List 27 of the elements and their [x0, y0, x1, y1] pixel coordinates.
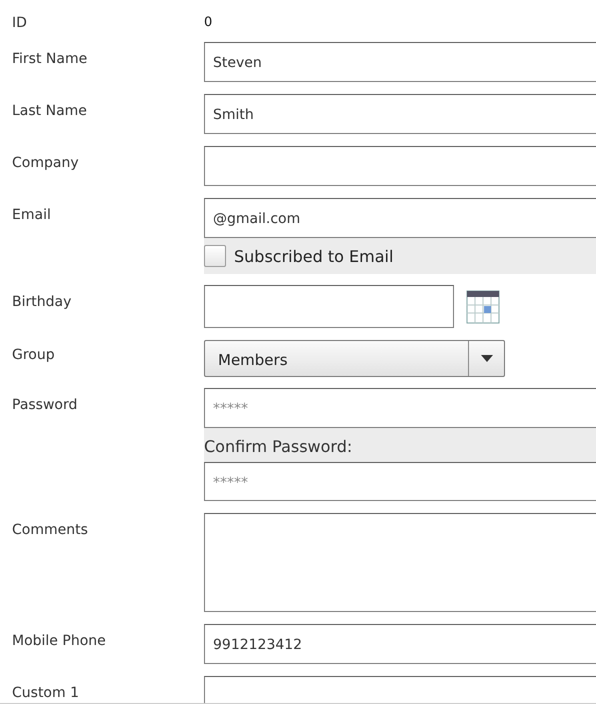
confirm-password-field[interactable]: *****	[204, 462, 596, 501]
subscribe-checkbox[interactable]	[204, 245, 226, 267]
field-label: Company	[12, 154, 80, 173]
field-label: Mobile Phone	[12, 632, 107, 651]
text-field[interactable]: 9912123412	[204, 624, 596, 664]
field-label: Birthday	[12, 293, 72, 312]
field-label: Last Name	[12, 102, 88, 121]
field-label: Password	[12, 396, 78, 415]
caret-icon	[480, 355, 492, 362]
field-label: Custom 1	[12, 684, 80, 703]
group-select[interactable]: Members	[204, 340, 505, 377]
email-field[interactable]: @gmail.com	[204, 198, 596, 238]
field-label: First Name	[12, 50, 88, 69]
field-label: ID	[12, 14, 28, 32]
date-field[interactable]	[204, 285, 454, 328]
text-field[interactable]: Steven	[204, 42, 596, 82]
field-label: Group	[12, 346, 56, 365]
password-field[interactable]: *****	[204, 388, 596, 428]
field-label: Email	[12, 206, 52, 225]
calendar-icon[interactable]	[466, 290, 500, 324]
field-label: Comments	[12, 521, 89, 540]
id-value: 0	[204, 14, 214, 32]
subscribe-label: Subscribed to Email	[234, 246, 394, 266]
text-field[interactable]	[204, 146, 596, 186]
confirm-password-label: Confirm Password:	[204, 428, 596, 462]
text-field[interactable]: Smith	[204, 94, 596, 134]
comments-field[interactable]	[204, 513, 596, 612]
